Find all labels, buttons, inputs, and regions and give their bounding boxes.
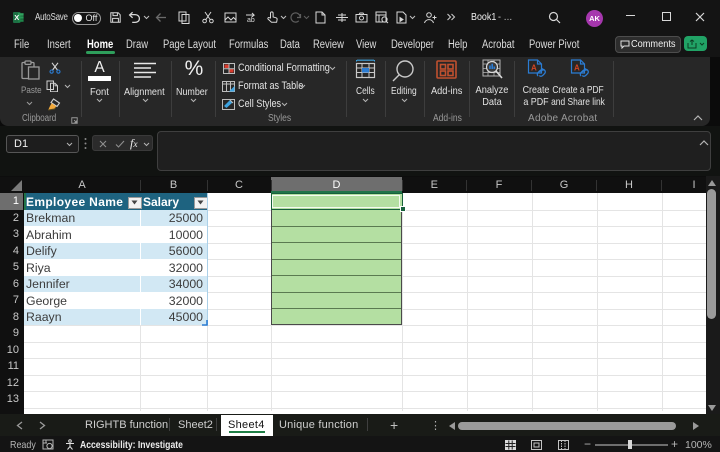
svg-text:A: A bbox=[574, 64, 580, 73]
svg-text:ab: ab bbox=[247, 17, 255, 24]
svg-text:A: A bbox=[531, 64, 537, 73]
svg-text:X: X bbox=[14, 13, 19, 22]
